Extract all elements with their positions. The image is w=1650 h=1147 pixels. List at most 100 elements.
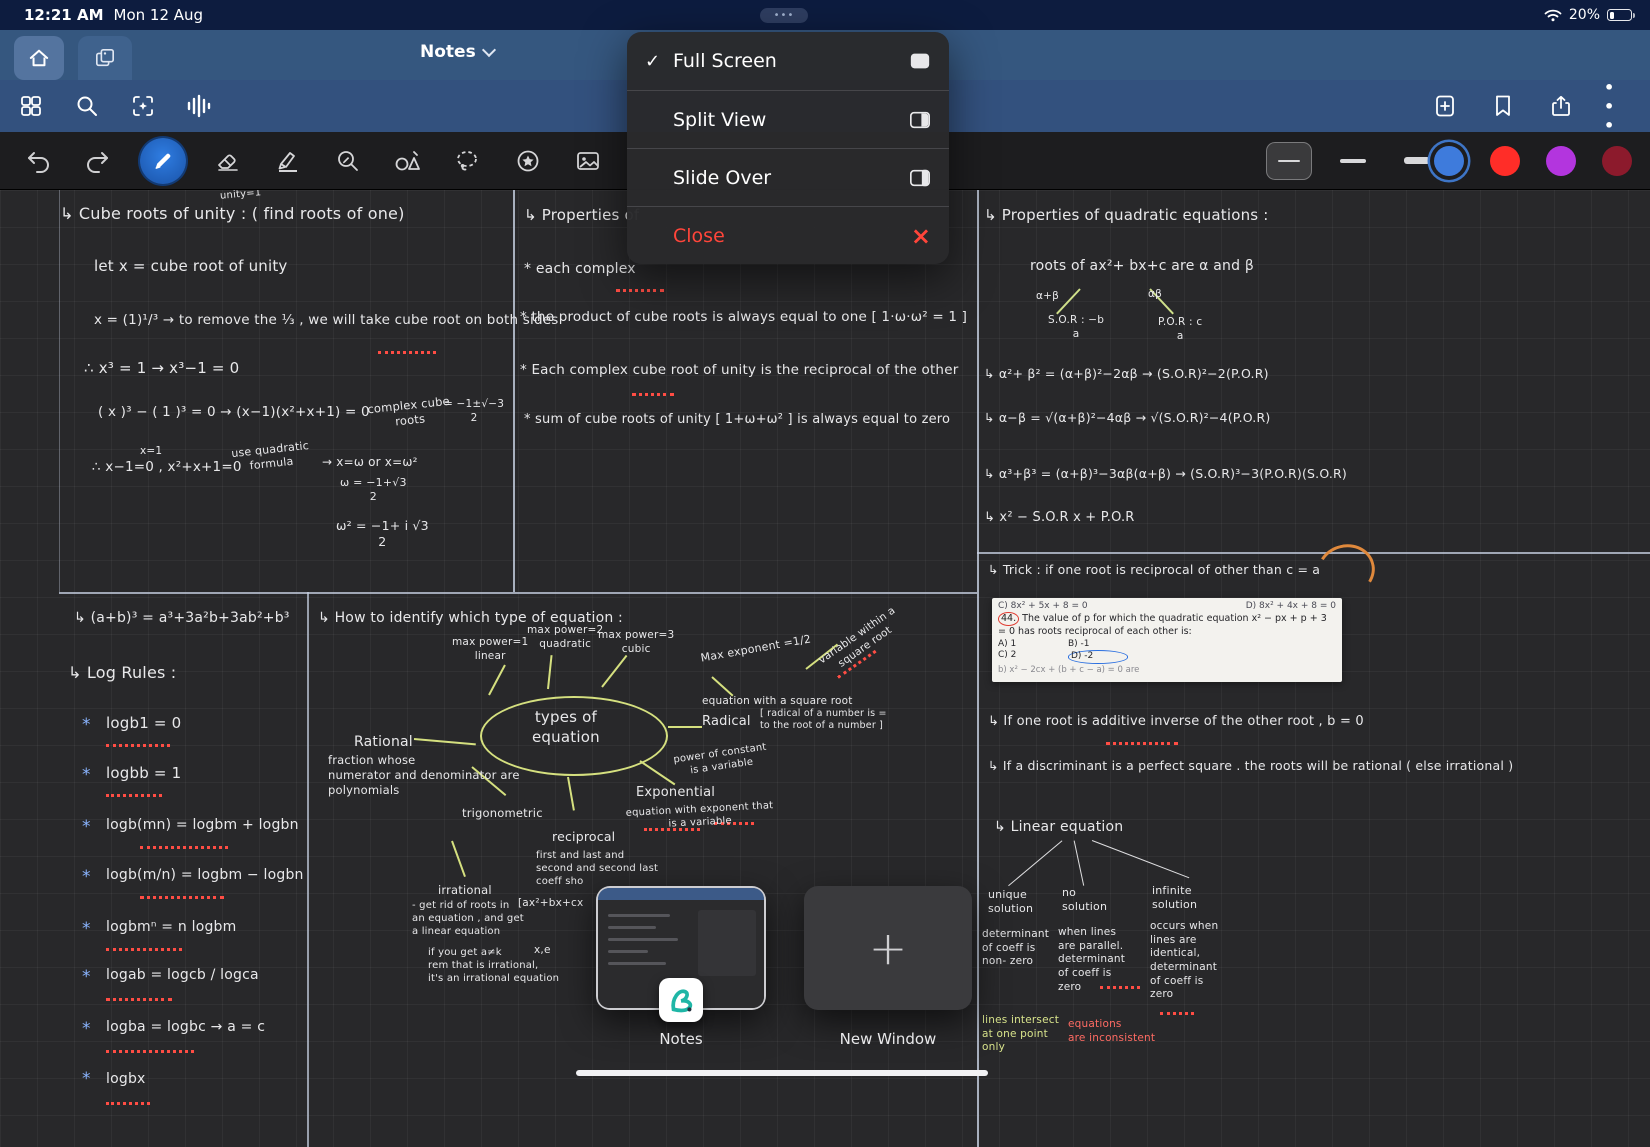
color-swatch-3[interactable]	[1602, 145, 1632, 176]
audio-waveform-icon[interactable]	[184, 91, 214, 121]
share-icon[interactable]	[1546, 91, 1576, 121]
handwritten-note: use quadratic formula	[230, 439, 310, 473]
handwritten-note: S.O.R : −b a	[1048, 314, 1105, 340]
lasso-select-tool[interactable]	[450, 143, 486, 179]
home-indicator[interactable]	[576, 1070, 988, 1076]
handwritten-note: - get rid of roots in an equation , and …	[412, 900, 524, 937]
ink-stroke	[1073, 840, 1085, 886]
photo-tool[interactable]	[570, 143, 606, 179]
smart-capture-icon[interactable]	[128, 91, 158, 121]
thumbnail-toolbar	[598, 888, 764, 900]
new-window-button[interactable]: +	[804, 886, 972, 1010]
ink-stroke	[1100, 986, 1140, 989]
ink-stroke	[106, 1050, 194, 1053]
ink-stroke	[106, 1102, 150, 1105]
menu-item-slide-over[interactable]: Slide Over	[627, 148, 949, 206]
clock-time: 12:21 AM	[24, 6, 104, 24]
search-icon[interactable]	[72, 91, 102, 121]
ink-stroke	[1007, 840, 1063, 887]
handwritten-note: ↳ (a+b)³ = a³+3a²b+3ab²+b³	[74, 610, 290, 626]
add-page-icon[interactable]	[1430, 91, 1460, 121]
highlighter-tool[interactable]	[270, 143, 306, 179]
handwritten-note: equations are inconsistent	[1068, 1018, 1156, 1044]
menu-item-split-view[interactable]: Split View	[627, 90, 949, 148]
handwritten-note: reciprocal	[552, 829, 616, 844]
ink-stroke	[307, 592, 309, 1147]
plus-icon: +	[868, 921, 908, 975]
handwritten-note: logbx	[106, 1071, 146, 1087]
ink-stroke	[106, 794, 162, 797]
handwritten-note: ↳ x² − S.O.R x + P.O.R	[984, 510, 1135, 525]
handwritten-note: irrational	[438, 883, 492, 897]
handwritten-note: types of equation	[532, 708, 600, 746]
notebook-tab[interactable]	[78, 36, 132, 80]
option-d: D) -2	[1068, 650, 1128, 664]
ink-stroke	[451, 840, 466, 878]
window-switcher-icon	[94, 48, 116, 68]
clock-date: Mon 12 Aug	[113, 6, 204, 24]
handwritten-note: logab = logcb / logca	[106, 967, 259, 983]
ink-stroke	[59, 592, 977, 594]
shape-recognition-tool[interactable]	[390, 143, 426, 179]
sticker-tool[interactable]	[510, 143, 546, 179]
handwritten-note: Radical	[702, 714, 751, 729]
handwritten-note: ( x )³ − ( 1 )³ = 0 → (x−1)(x²+x+1) = 0	[98, 404, 370, 420]
handwritten-note: ↳ Log Rules :	[68, 663, 177, 682]
handwritten-note: logba = logbc → a = c	[106, 1019, 266, 1035]
home-button[interactable]	[14, 36, 64, 80]
zoom-window-tool[interactable]	[330, 143, 366, 179]
question-fragment: b) x² − 2cx + (b + c − a) = 0 are	[998, 664, 1140, 675]
window-thumbnail-notes[interactable]	[596, 886, 766, 1022]
thickness-medium-button[interactable]	[1330, 142, 1376, 180]
handwritten-note: *	[82, 765, 91, 785]
handwritten-note: ↳ α−β = √(α+β)²−4αβ → √(S.O.R)²−4(P.O.R)	[984, 410, 1271, 425]
ink-stroke	[632, 393, 674, 396]
more-options-icon[interactable]: • • •	[1604, 78, 1634, 135]
handwritten-note: equation with a square root	[702, 695, 853, 707]
undo-icon[interactable]	[20, 143, 56, 179]
bookmark-icon[interactable]	[1488, 91, 1518, 121]
handwritten-note: *	[82, 715, 91, 735]
apps-grid-icon[interactable]	[16, 91, 46, 121]
status-bar: 12:21 AM Mon 12 Aug ••• 20%	[0, 0, 1650, 30]
color-swatch-0[interactable]	[1434, 145, 1464, 176]
ink-stroke	[480, 696, 668, 776]
handwritten-note: logbmⁿ = n logbm	[106, 919, 237, 935]
handwritten-note: ↳ If a discriminant is a perfect square …	[988, 758, 1514, 773]
eraser-tool[interactable]	[210, 143, 246, 179]
notebook-title[interactable]: Notes	[420, 42, 496, 62]
handwritten-note: *	[82, 1069, 91, 1089]
handwritten-note: * the product of cube roots is always eq…	[520, 309, 968, 325]
ink-stroke	[567, 776, 575, 811]
handwritten-note: if you get a≠k rem that is irrational, i…	[428, 947, 560, 984]
ink-stroke	[59, 190, 61, 592]
handwritten-note: lines intersect at one point only	[982, 1014, 1060, 1054]
ink-stroke	[805, 643, 839, 670]
handwritten-note: ↳ α³+β³ = (α+β)³−3αβ(α+β) → (S.O.R)³−3(P…	[984, 466, 1347, 481]
ink-stroke	[616, 289, 664, 292]
handwritten-note: P.O.R : c a	[1158, 316, 1203, 342]
color-swatch-2[interactable]	[1546, 145, 1576, 176]
handwritten-note: ↳ Linear equation	[994, 819, 1124, 835]
handwritten-note: * sum of cube roots of unity [ 1+ω+ω² ] …	[524, 412, 951, 427]
question-number: 44.	[998, 612, 1020, 627]
pasted-question-image[interactable]: C) 8x² + 5x + 8 = 0 D) 8x² + 4x + 8 = 0 …	[992, 598, 1342, 682]
handwritten-note: fraction whose numerator and denominator…	[328, 753, 520, 797]
handwritten-note: ↳ Trick : if one root is reciprocal of o…	[988, 562, 1321, 577]
question-top-right: D) 8x² + 4x + 8 = 0	[1245, 601, 1336, 611]
multitask-pill[interactable]: •••	[760, 8, 808, 23]
thickness-thin-button[interactable]	[1266, 141, 1312, 180]
menu-item-close[interactable]: Close ×	[627, 206, 949, 264]
ink-stroke	[837, 649, 877, 679]
handwritten-note: [ radical of a number is = to the root o…	[760, 708, 887, 732]
color-swatch-1[interactable]	[1490, 145, 1520, 176]
ink-stroke	[1056, 288, 1081, 315]
pen-tool[interactable]	[140, 137, 186, 184]
ink-stroke	[471, 766, 507, 797]
handwritten-note: = −1±√−3 2	[444, 398, 505, 424]
handwritten-note: ω² = −1+ i √3 2	[336, 518, 429, 550]
handwritten-note: ∴ x−1=0 , x²+x+1=0	[92, 459, 242, 475]
handwritten-note: ω = −1+√3 2	[340, 476, 407, 504]
menu-item-full-screen[interactable]: ✓ Full Screen	[627, 32, 949, 90]
redo-icon[interactable]	[80, 143, 116, 179]
